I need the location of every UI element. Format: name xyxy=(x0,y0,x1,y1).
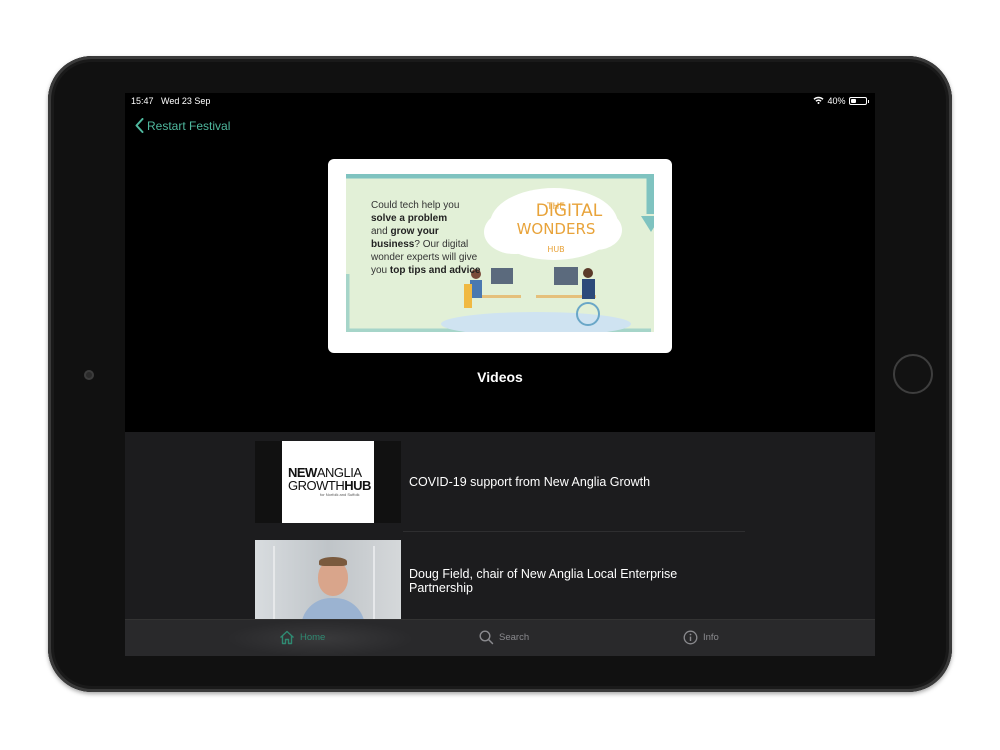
back-label: Restart Festival xyxy=(147,118,231,133)
video-thumbnail xyxy=(255,540,401,622)
tab-info[interactable]: Info xyxy=(683,630,719,645)
tab-search[interactable]: Search xyxy=(479,630,529,645)
front-camera xyxy=(84,370,94,380)
search-icon xyxy=(479,630,494,645)
hero-illustration-bg: Could tech help you solve a problem and … xyxy=(346,174,654,332)
battery-percent: 40% xyxy=(827,96,846,106)
digital-wonders-hub-logo: THE DIGITAL WONDERS HUB xyxy=(516,201,603,254)
status-date: Wed 23 Sep xyxy=(161,96,211,106)
status-bar: 15:47 Wed 23 Sep 40% xyxy=(125,93,875,111)
tab-home[interactable]: Home xyxy=(279,630,325,645)
tab-label: Info xyxy=(703,632,719,643)
info-icon xyxy=(683,630,698,645)
back-button[interactable]: Restart Festival xyxy=(135,118,230,133)
tab-label: Search xyxy=(499,632,530,643)
video-title: Doug Field, chair of New Anglia Local En… xyxy=(409,567,678,595)
video-list-item[interactable]: NEWANGLIA GROWTHHUB for Norfolk and Suff… xyxy=(255,441,745,523)
tab-bar: Home Search Info xyxy=(125,619,875,656)
video-thumbnail: NEWANGLIA GROWTHHUB for Norfolk and Suff… xyxy=(255,441,401,523)
list-separator xyxy=(403,531,745,532)
tab-label: Home xyxy=(300,632,326,643)
app-screen: 15:47 Wed 23 Sep 40% Restart Festival Co… xyxy=(125,93,875,656)
video-list-item[interactable]: Doug Field, chair of New Anglia Local En… xyxy=(255,540,745,622)
status-indicators: 40% xyxy=(813,96,869,106)
battery-icon xyxy=(848,97,867,105)
section-title: Videos xyxy=(477,369,523,385)
status-time: 15:47 xyxy=(131,96,154,106)
wifi-icon xyxy=(813,96,824,106)
hardware-home-button[interactable] xyxy=(893,354,933,394)
hero-banner[interactable]: Could tech help you solve a problem and … xyxy=(328,159,672,353)
new-anglia-logo: NEWANGLIA GROWTHHUB for Norfolk and Suff… xyxy=(282,441,374,523)
home-icon xyxy=(280,630,294,645)
chevron-left-icon xyxy=(135,118,144,133)
video-title: COVID-19 support from New Anglia Growth xyxy=(409,475,651,489)
hero-copy: Could tech help you solve a problem and … xyxy=(371,200,481,276)
